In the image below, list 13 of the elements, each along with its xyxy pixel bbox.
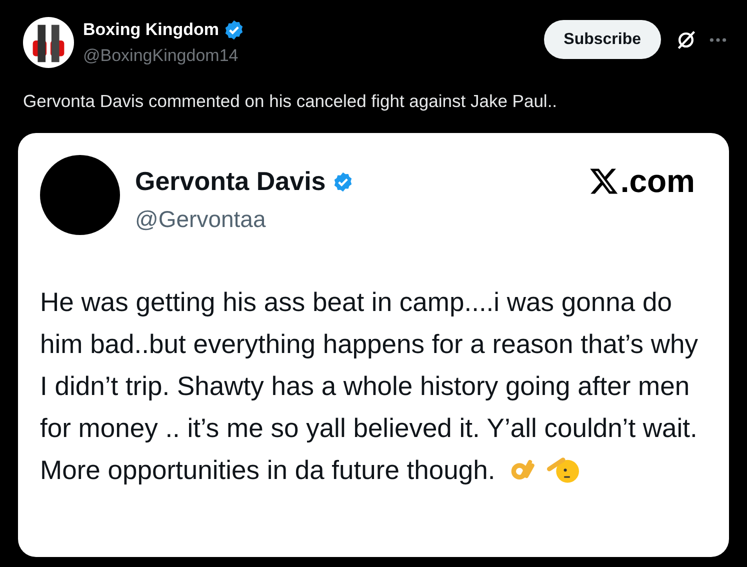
author-handle: @Gervontaa bbox=[135, 205, 267, 234]
saluting-face-emoji-icon bbox=[547, 454, 580, 483]
grok-icon[interactable] bbox=[675, 28, 697, 50]
avatar-logo-icon[interactable] bbox=[23, 17, 74, 68]
post-text: Gervonta Davis commented on his canceled fight against Jake Paul.. bbox=[22, 90, 558, 113]
author-name: Gervonta Davis bbox=[135, 165, 326, 198]
subscribe-button[interactable]: Subscribe bbox=[544, 20, 661, 59]
site-domain: .com bbox=[620, 165, 695, 198]
author-handle[interactable]: @BoxingKingdom14 bbox=[83, 42, 245, 68]
quoted-text: He was getting his ass beat in camp....i was gonna do him bad..but everything happens for a reason that’s why I didn’t trip. Shawty has a whole history going after men for money .. it’s me so yall believed it. Y’all couldn’t wait. More opportunities in da future though. bbox=[40, 286, 699, 487]
author-name[interactable]: Boxing Kingdom bbox=[83, 17, 219, 42]
x-logo-icon bbox=[588, 166, 620, 196]
more-icon[interactable] bbox=[709, 36, 727, 42]
